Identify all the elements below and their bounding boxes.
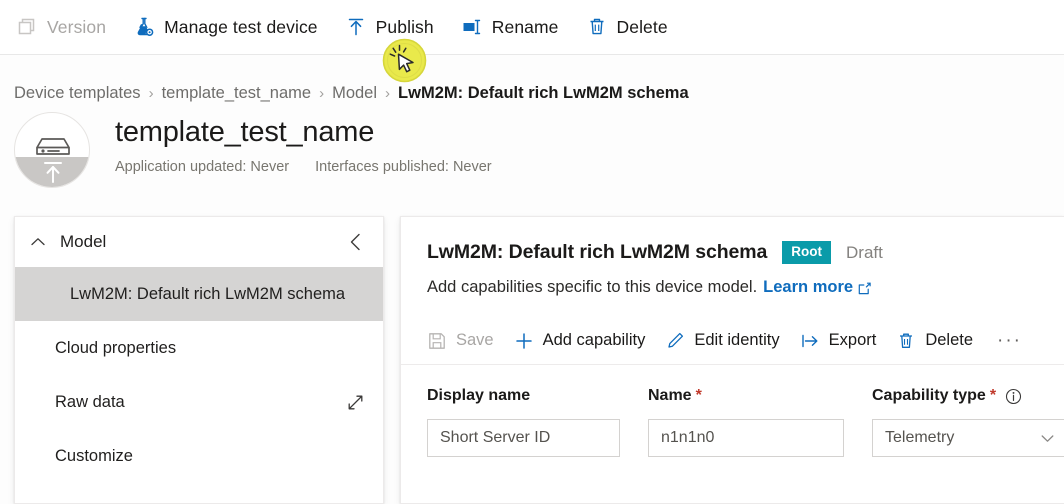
capability-subtitle-row: Add capabilities specific to this device… [427,278,1038,297]
copy-pages-icon [16,16,38,38]
capability-form: Display name Short Server ID Name * n1n1… [401,365,1064,457]
rename-icon [461,16,483,38]
sidebar-item-label: Customize [55,446,133,465]
breadcrumb-item-device-templates[interactable]: Device templates [14,84,141,103]
sidebar-item-raw-data[interactable]: Raw data [15,375,383,429]
draft-state-label: Draft [846,242,883,262]
flask-gear-icon [133,16,155,38]
breadcrumb-item-template-name[interactable]: template_test_name [162,84,312,103]
edit-identity-button[interactable]: Edit identity [665,331,780,351]
learn-more-link[interactable]: Learn more [763,278,853,297]
delete-button[interactable]: Delete [584,7,679,47]
capability-detail-panel: LwM2M: Default rich LwM2M schema Root Dr… [400,216,1064,504]
delete-capability-label: Delete [925,331,974,349]
display-name-input[interactable]: Short Server ID [427,419,620,457]
display-name-label: Display name [427,387,531,404]
template-header-text: template_test_name Application updated: … [115,112,492,175]
name-label-row: Name * [648,387,844,405]
version-button[interactable]: Version [14,7,117,47]
capability-type-select[interactable]: Telemetry [872,419,1064,457]
save-label: Save [456,331,494,349]
overflow-menu-button[interactable]: ··· [997,330,1022,352]
sidebar-item-cloud-properties[interactable]: Cloud properties [15,321,383,375]
template-header: template_test_name Application updated: … [14,112,492,188]
publish-up-arrow-icon [345,16,367,38]
rename-label: Rename [491,16,559,37]
manage-test-device-label: Manage test device [164,16,318,37]
breadcrumb: Device templates › template_test_name › … [14,80,689,106]
device-upload-avatar-icon [14,112,90,188]
capability-type-label-row: Capability type * [872,387,1064,405]
trash-icon [896,331,916,351]
name-value: n1n1n0 [661,429,715,446]
external-link-icon [858,281,871,295]
breadcrumb-separator: › [385,84,391,102]
sidebar-section-label: Model [60,232,107,251]
sidebar-item-label: LwM2M: Default rich LwM2M schema [70,284,346,303]
name-input[interactable]: n1n1n0 [648,419,844,457]
version-label: Version [47,16,107,37]
sidebar-section-model[interactable]: Model [15,217,383,267]
capability-header: LwM2M: Default rich LwM2M schema Root Dr… [401,217,1064,297]
rename-button[interactable]: Rename [459,7,570,47]
publish-button[interactable]: Publish [343,7,445,47]
sidebar-item-label: Raw data [55,392,125,411]
capability-title: LwM2M: Default rich LwM2M schema [427,241,768,263]
breadcrumb-separator: › [319,84,325,102]
manage-test-device-button[interactable]: Manage test device [131,7,329,47]
page-title: template_test_name [115,116,375,148]
sidebar-item-lwm2m-schema[interactable]: LwM2M: Default rich LwM2M schema [15,267,383,321]
capability-type-label: Capability type [872,387,986,404]
add-capability-label: Add capability [542,331,646,349]
application-updated-text: Application updated: Never [115,159,290,176]
template-meta: Application updated: Never Interfaces pu… [115,159,492,175]
capability-type-field: Capability type * Telemetry [872,387,1064,457]
display-name-value: Short Server ID [440,429,551,446]
sidebar-item-label: Cloud properties [55,338,177,357]
model-navigation-panel: Model LwM2M: Default rich LwM2M schema C… [14,216,384,504]
capability-title-row: LwM2M: Default rich LwM2M schema Root Dr… [427,241,1038,264]
info-circle-icon[interactable] [1005,388,1022,405]
sidebar-item-customize[interactable]: Customize [15,429,383,483]
pencil-icon [665,331,685,351]
interfaces-published-text: Interfaces published: Never [315,159,492,176]
name-required-mark: * [695,387,702,404]
export-label: Export [828,331,877,349]
edit-identity-label: Edit identity [694,331,780,349]
name-label: Name [648,387,692,404]
capability-type-value: Telemetry [885,429,955,446]
publish-label: Publish [375,16,434,37]
capability-command-bar: Save Add capability Edit identity Export [401,317,1064,365]
add-capability-button[interactable]: Add capability [514,331,646,351]
delete-label: Delete [616,16,668,37]
chevron-down-icon [1039,430,1056,447]
capability-type-required-mark: * [989,387,997,404]
breadcrumb-item-current: LwM2M: Default rich LwM2M schema [398,83,689,102]
delete-capability-button[interactable]: Delete [896,331,973,351]
capability-subtitle: Add capabilities specific to this device… [427,278,758,296]
plus-icon [514,331,534,351]
chevron-left-icon[interactable] [345,231,367,253]
display-name-field: Display name Short Server ID [427,387,620,457]
chevron-up-icon [29,233,47,251]
device-template-page: Version Manage test device Publish Renam… [0,0,1064,504]
export-button[interactable]: Export [800,331,877,351]
export-arrow-icon [800,331,820,351]
save-disk-icon [427,331,447,351]
trash-icon [586,16,608,38]
save-button[interactable]: Save [427,331,494,351]
status-badge: Root [782,241,832,264]
name-field: Name * n1n1n0 [648,387,844,457]
breadcrumb-separator: › [148,84,154,102]
top-command-toolbar: Version Manage test device Publish Renam… [0,0,1064,55]
expand-diagonal-icon[interactable] [346,393,365,412]
breadcrumb-item-model[interactable]: Model [332,84,377,103]
display-name-label-row: Display name [427,387,620,405]
